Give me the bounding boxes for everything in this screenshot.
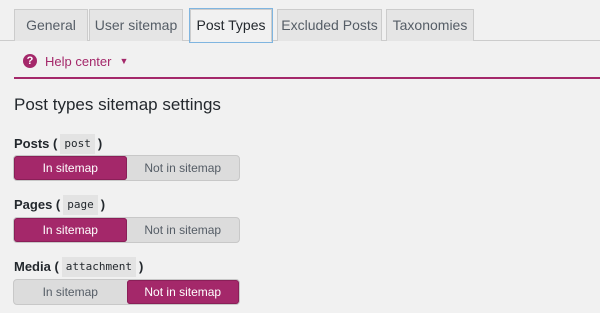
posts-not-in-sitemap-option[interactable]: Not in sitemap <box>127 156 240 180</box>
paren-close: ) <box>139 259 144 274</box>
pages-in-sitemap-option[interactable]: In sitemap <box>14 218 127 242</box>
tab-bar: General User sitemap Post Types Excluded… <box>0 0 600 42</box>
media-code: attachment <box>61 257 137 277</box>
posts-label-text: Posts <box>14 136 50 151</box>
pages-code: page <box>63 195 98 215</box>
paren-close: ) <box>97 136 103 151</box>
pages-label-text: Pages <box>14 197 53 212</box>
paren-open: ( <box>52 197 61 212</box>
media-label-text: Media <box>14 259 51 274</box>
paren-open: ( <box>50 259 59 274</box>
posts-in-sitemap-option[interactable]: In sitemap <box>14 156 127 180</box>
tab-user-sitemap[interactable]: User sitemap <box>89 9 183 41</box>
help-center-toggle[interactable]: ? Help center ▼ <box>23 52 128 70</box>
section-title: Post types sitemap settings <box>14 95 221 114</box>
settings-page: General User sitemap Post Types Excluded… <box>0 0 600 313</box>
tab-post-types[interactable]: Post Types <box>190 9 272 42</box>
media-label: Media ( attachment ) <box>14 257 144 277</box>
posts-toggle: In sitemap Not in sitemap <box>13 155 240 181</box>
media-not-in-sitemap-option[interactable]: Not in sitemap <box>126 280 239 304</box>
posts-label: Posts ( post ) <box>14 134 103 154</box>
tab-taxonomies[interactable]: Taxonomies <box>386 9 474 41</box>
tab-excluded-posts[interactable]: Excluded Posts <box>277 9 382 41</box>
pages-not-in-sitemap-option[interactable]: Not in sitemap <box>127 218 240 242</box>
paren-close: ) <box>100 197 106 212</box>
paren-open: ( <box>49 136 58 151</box>
question-icon: ? <box>23 54 37 68</box>
tab-general[interactable]: General <box>14 9 88 41</box>
posts-code: post <box>60 134 95 154</box>
pages-toggle: In sitemap Not in sitemap <box>13 217 240 243</box>
caret-down-icon: ▼ <box>119 56 129 66</box>
help-center-label: Help center <box>45 53 112 69</box>
help-divider <box>14 77 600 79</box>
media-toggle: In sitemap Not in sitemap <box>13 279 240 305</box>
media-in-sitemap-option[interactable]: In sitemap <box>14 280 127 304</box>
pages-label: Pages ( page ) <box>14 195 106 215</box>
